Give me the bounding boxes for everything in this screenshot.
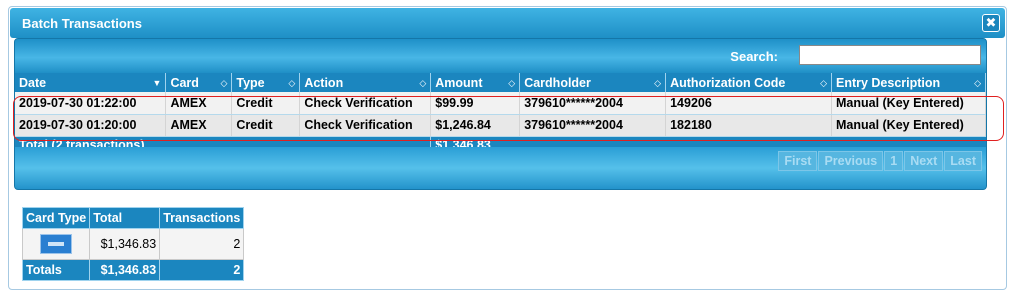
column-header-date[interactable]: Date ▼ [15,73,167,92]
pager-page-button[interactable]: 1 [884,151,904,171]
column-header-type[interactable]: Type ◇ [231,73,301,92]
pager-previous-button[interactable]: Previous [818,151,884,171]
summary-totals-row: Totals $1,346.83 2 [21,259,245,281]
summary-totals-label: Totals [21,259,91,281]
column-header-card[interactable]: Card ◇ [165,73,233,92]
amex-card-icon [40,234,73,254]
sort-icon[interactable]: ◇ [820,78,827,89]
pager: First Previous 1 Next Last [777,151,982,171]
table-header-row: Date ▼ Card ◇ Type ◇ Action ◇ Amount ◇ Cardho… [15,73,986,92]
summary-transactions: 2 [159,228,245,260]
sort-desc-icon[interactable]: ▼ [153,78,162,88]
dialog-title: Batch Transactions [22,16,142,31]
column-header-cardholder[interactable]: Cardholder ◇ [519,73,667,92]
summary-total: $1,346.83 [89,228,161,260]
search-label: Search: [730,49,778,64]
sort-icon[interactable]: ◇ [974,78,981,89]
close-icon[interactable]: ✖ [982,14,1000,32]
summary-header-total: Total [89,207,161,229]
sort-icon[interactable]: ◇ [288,78,295,89]
summary-totals-total: $1,346.83 [89,259,161,281]
summary-row: $1,346.83 2 [21,228,245,260]
summary-totals-transactions: 2 [159,259,245,281]
column-header-authorization-code[interactable]: Authorization Code ◇ [665,73,832,92]
pager-last-button[interactable]: Last [944,151,982,171]
sort-icon[interactable]: ◇ [220,78,227,89]
grid-pager-bar: First Previous 1 Next Last [15,147,986,189]
summary-header-card-type: Card Type [21,207,91,229]
pager-first-button[interactable]: First [778,151,818,171]
pager-next-button[interactable]: Next [904,151,944,171]
summary-header-row: Card Type Total Transactions [21,207,245,229]
card-type-summary-table: Card Type Total Transactions $1,346.83 2… [21,207,245,281]
sort-icon[interactable]: ◇ [419,78,426,89]
sort-icon[interactable]: ◇ [654,78,661,89]
column-header-action[interactable]: Action ◇ [299,73,432,92]
rows-highlight-outline [13,96,1004,141]
summary-card-type-cell [21,228,91,260]
column-header-amount[interactable]: Amount ◇ [430,73,521,92]
dialog-titlebar[interactable]: Batch Transactions ✖ [10,8,1005,38]
search-input[interactable] [799,45,981,65]
column-header-entry-description[interactable]: Entry Description ◇ [831,73,986,92]
summary-header-transactions: Transactions [159,207,245,229]
sort-icon[interactable]: ◇ [508,78,515,89]
grid-toolbar: Search: [15,39,986,73]
